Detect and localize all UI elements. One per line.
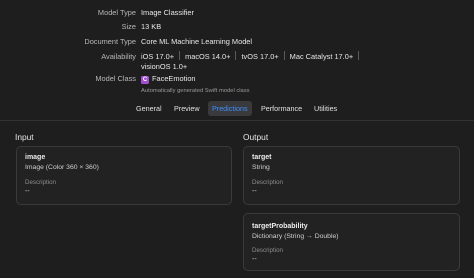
tab-preview[interactable]: Preview <box>170 101 204 116</box>
input-section-title: Input <box>15 132 34 142</box>
feature-description: -- <box>252 256 257 263</box>
swift-class-icon: C <box>141 76 149 84</box>
size-row: Size 13 KB <box>0 20 474 34</box>
output-feature-card: targetProbability Dictionary (String → D… <box>243 213 460 271</box>
model-class-label: Model Class <box>95 74 136 83</box>
tab-predictions[interactable]: Predictions <box>208 101 252 116</box>
availability-divider <box>179 51 181 60</box>
availability-divider <box>235 51 237 60</box>
size-label: Size <box>121 22 136 31</box>
model-type-row: Model Type Image Classifier <box>0 6 474 20</box>
availability-divider <box>358 51 360 60</box>
feature-type: String <box>252 164 270 171</box>
tab-utilities[interactable]: Utilities <box>310 101 341 116</box>
output-section-title: Output <box>243 132 269 142</box>
output-feature-card: target String Description -- <box>243 146 460 205</box>
tab-general[interactable]: General <box>132 101 166 116</box>
document-type-row: Document Type Core ML Machine Learning M… <box>0 35 474 49</box>
feature-name: target <box>252 154 272 161</box>
document-type-value: Core ML Machine Learning Model <box>141 37 253 46</box>
size-value: 13 KB <box>141 22 162 31</box>
feature-description-label: Description <box>252 247 283 254</box>
input-feature-card: image Image (Color 360 × 360) Descriptio… <box>16 146 232 205</box>
feature-description: -- <box>252 188 257 195</box>
model-class-value[interactable]: FaceEmotion <box>152 74 196 83</box>
feature-description: -- <box>25 188 30 195</box>
tab-divider <box>0 120 474 121</box>
tab-performance[interactable]: Performance <box>257 101 306 116</box>
model-class-value-wrap[interactable]: C FaceEmotion <box>141 72 196 86</box>
tab-bar: General Preview Predictions Performance … <box>0 101 474 117</box>
document-type-label: Document Type <box>84 37 136 46</box>
feature-description-label: Description <box>252 179 283 186</box>
feature-type: Dictionary (String → Double) <box>252 233 339 240</box>
model-class-row: Model Class C FaceEmotion <box>0 72 474 86</box>
feature-name: targetProbability <box>252 223 308 230</box>
availability-divider <box>283 51 285 60</box>
model-type-label: Model Type <box>97 8 136 17</box>
feature-name: image <box>25 154 46 161</box>
model-class-note: Automatically generated Swift model clas… <box>141 88 250 94</box>
feature-type: Image (Color 360 × 360) <box>25 164 99 171</box>
model-type-value: Image Classifier <box>141 8 194 17</box>
feature-description-label: Description <box>25 179 56 186</box>
